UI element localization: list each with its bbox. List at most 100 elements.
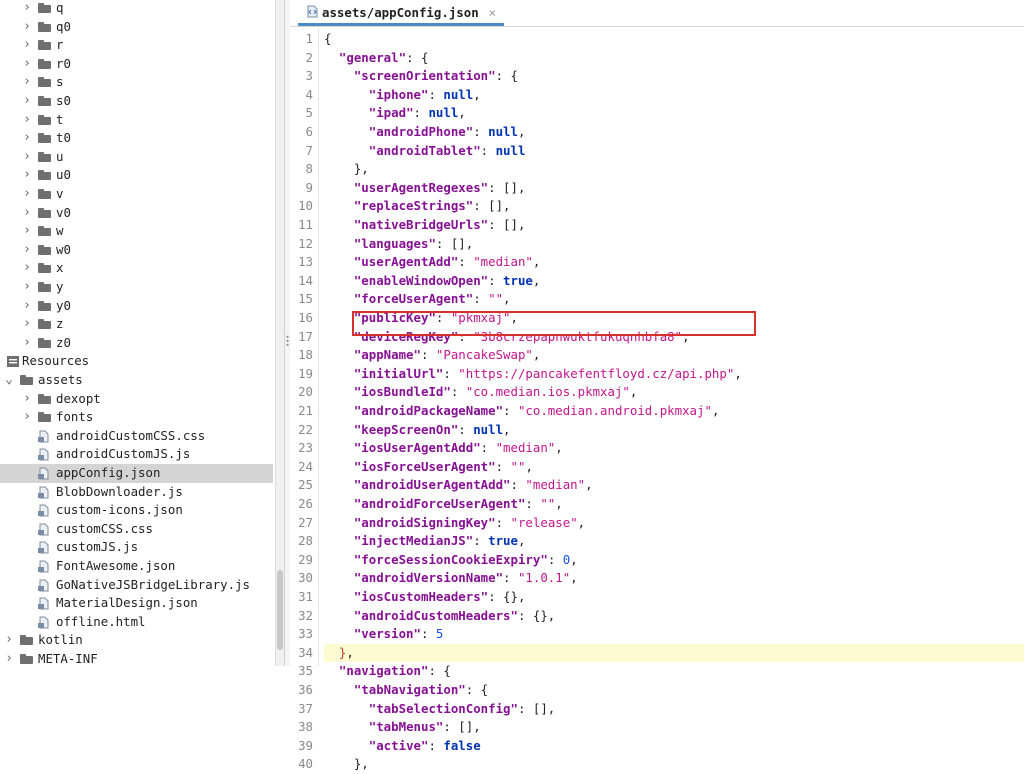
code-line[interactable]: "enableWindowOpen": true,: [324, 272, 1024, 291]
code-line[interactable]: "tabNavigation": {: [324, 681, 1024, 700]
chevron-right-icon[interactable]: ›: [22, 241, 32, 260]
code-line[interactable]: "iosBundleId": "co.median.ios.pkmxaj",: [324, 383, 1024, 402]
tree-folder-item[interactable]: › t0: [0, 129, 273, 148]
tree-folder-item[interactable]: › w0: [0, 241, 273, 260]
tree-folder-item[interactable]: › s: [0, 73, 273, 92]
code-line[interactable]: "forceUserAgent": "",: [324, 290, 1024, 309]
code-line[interactable]: "keepScreenOn": null,: [324, 421, 1024, 440]
chevron-right-icon[interactable]: ›: [22, 390, 32, 409]
code-line[interactable]: "iosForceUserAgent": "",: [324, 458, 1024, 477]
code-line[interactable]: "iphone": null,: [324, 86, 1024, 105]
code-line[interactable]: "androidTablet": null: [324, 142, 1024, 161]
tree-file-item[interactable]: BlobDownloader.js: [0, 483, 273, 502]
tree-folder-item[interactable]: › fonts: [0, 408, 273, 427]
code-line[interactable]: },: [324, 160, 1024, 179]
code-line[interactable]: "initialUrl": "https://pancakefentfloyd.…: [324, 365, 1024, 384]
tree-file-item[interactable]: GoNativeJSBridgeLibrary.js: [0, 576, 273, 595]
tab-appconfig-json[interactable]: assets/appConfig.json ×: [298, 0, 505, 26]
tree-folder-item[interactable]: › kotlin: [0, 631, 273, 650]
code-line[interactable]: "general": {: [324, 49, 1024, 68]
chevron-right-icon[interactable]: ›: [22, 129, 32, 148]
chevron-right-icon[interactable]: ›: [22, 55, 32, 74]
tree-folder-item[interactable]: › y0: [0, 297, 273, 316]
code-line[interactable]: "tabSelectionConfig": [],: [324, 700, 1024, 719]
chevron-right-icon[interactable]: ›: [22, 259, 32, 278]
tree-file-item[interactable]: custom-icons.json: [0, 501, 273, 520]
code-line[interactable]: "iosCustomHeaders": {},: [324, 588, 1024, 607]
tree-folder-item[interactable]: › r0: [0, 55, 273, 74]
tree-file-item[interactable]: androidCustomCSS.css: [0, 427, 273, 446]
code-line[interactable]: },: [324, 755, 1024, 774]
code-line[interactable]: "forceSessionCookieExpiry": 0,: [324, 551, 1024, 570]
code-line[interactable]: "userAgentAdd": "median",: [324, 253, 1024, 272]
tree-folder-item[interactable]: › y: [0, 278, 273, 297]
chevron-down-icon[interactable]: ⌄: [4, 371, 14, 390]
code-line[interactable]: "androidUserAgentAdd": "median",: [324, 476, 1024, 495]
code-line[interactable]: "androidCustomHeaders": {},: [324, 607, 1024, 626]
code-area[interactable]: { "general": { "screenOrientation": { "i…: [324, 28, 1024, 771]
code-line[interactable]: "screenOrientation": {: [324, 67, 1024, 86]
tree-folder-item[interactable]: › u: [0, 148, 273, 167]
code-line[interactable]: "userAgentRegexes": [],: [324, 179, 1024, 198]
code-line[interactable]: "ipad": null,: [324, 104, 1024, 123]
chevron-right-icon[interactable]: ›: [22, 315, 32, 334]
tree-folder-item[interactable]: › q: [0, 0, 273, 18]
code-line[interactable]: "androidPhone": null,: [324, 123, 1024, 142]
tree-file-item[interactable]: MaterialDesign.json: [0, 594, 273, 613]
tree-folder-item[interactable]: › q0: [0, 18, 273, 37]
chevron-right-icon[interactable]: ›: [22, 278, 32, 297]
tree-folder-item[interactable]: › v: [0, 185, 273, 204]
tree-folder-item[interactable]: › z0: [0, 334, 273, 353]
chevron-right-icon[interactable]: ›: [22, 73, 32, 92]
tree-file-item[interactable]: customJS.js: [0, 538, 273, 557]
chevron-right-icon[interactable]: ›: [22, 204, 32, 223]
tree-file-item[interactable]: offline.html: [0, 613, 273, 632]
chevron-right-icon[interactable]: ›: [22, 36, 32, 55]
tree-folder-item[interactable]: ⌄ assets: [0, 371, 273, 390]
chevron-right-icon[interactable]: ›: [22, 92, 32, 111]
code-line[interactable]: "androidPackageName": "co.median.android…: [324, 402, 1024, 421]
code-line[interactable]: },: [324, 643, 1024, 663]
tree-folder-item[interactable]: › META-INF: [0, 650, 273, 666]
chevron-right-icon[interactable]: ›: [22, 166, 32, 185]
chevron-right-icon[interactable]: ›: [22, 111, 32, 130]
tree-file-item[interactable]: customCSS.css: [0, 520, 273, 539]
code-line[interactable]: "version": 5: [324, 625, 1024, 644]
tree-folder-item[interactable]: › w: [0, 222, 273, 241]
chevron-right-icon[interactable]: ›: [22, 408, 32, 427]
code-line[interactable]: "iosUserAgentAdd": "median",: [324, 439, 1024, 458]
tree-folder-item[interactable]: › t: [0, 111, 273, 130]
tab-close-icon[interactable]: ×: [489, 5, 496, 20]
tree-file-item[interactable]: appConfig.json: [0, 464, 273, 483]
tree-scroll-thumb[interactable]: [277, 570, 283, 650]
tree-folder-item[interactable]: Resources: [0, 352, 273, 371]
tree-folder-item[interactable]: › dexopt: [0, 390, 273, 409]
chevron-right-icon[interactable]: ›: [22, 297, 32, 316]
tree-file-item[interactable]: androidCustomJS.js: [0, 445, 273, 464]
tree-folder-item[interactable]: › r: [0, 36, 273, 55]
chevron-right-icon[interactable]: ›: [4, 631, 14, 650]
code-line[interactable]: "replaceStrings": [],: [324, 197, 1024, 216]
chevron-right-icon[interactable]: ›: [22, 334, 32, 353]
tree-folder-item[interactable]: › u0: [0, 166, 273, 185]
chevron-right-icon[interactable]: ›: [22, 0, 32, 18]
tree-scrollbar[interactable]: [275, 0, 284, 666]
tree-folder-item[interactable]: › z: [0, 315, 273, 334]
code-line[interactable]: "nativeBridgeUrls": [],: [324, 216, 1024, 235]
chevron-right-icon[interactable]: ›: [22, 148, 32, 167]
tree-folder-item[interactable]: › v0: [0, 204, 273, 223]
chevron-right-icon[interactable]: ›: [22, 222, 32, 241]
chevron-right-icon[interactable]: ›: [4, 650, 14, 666]
code-line[interactable]: "appName": "PancakeSwap",: [324, 346, 1024, 365]
code-line[interactable]: "androidSigningKey": "release",: [324, 514, 1024, 533]
code-line[interactable]: "tabMenus": [],: [324, 718, 1024, 737]
tree-file-item[interactable]: FontAwesome.json: [0, 557, 273, 576]
tree-folder-item[interactable]: › s0: [0, 92, 273, 111]
code-line[interactable]: "androidForceUserAgent": "",: [324, 495, 1024, 514]
code-line[interactable]: "active": false: [324, 737, 1024, 756]
chevron-right-icon[interactable]: ›: [22, 185, 32, 204]
code-line[interactable]: "languages": [],: [324, 235, 1024, 254]
code-line[interactable]: {: [324, 30, 1024, 49]
code-line[interactable]: "androidVersionName": "1.0.1",: [324, 569, 1024, 588]
tree-folder-item[interactable]: › x: [0, 259, 273, 278]
